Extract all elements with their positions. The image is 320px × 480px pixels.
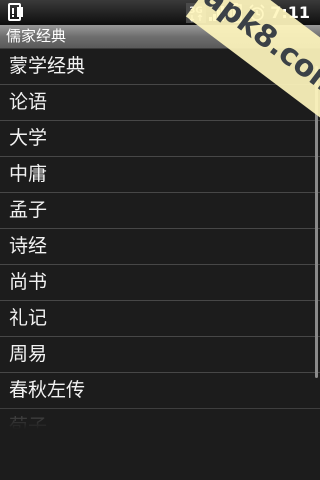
book-list[interactable]: 蒙学经典 论语 大学 中庸 孟子 诗经 尚书 礼记 周易 春秋左传 荀子: [0, 49, 320, 429]
list-item-zhouyi[interactable]: 周易: [0, 337, 320, 373]
list-item-shangshu[interactable]: 尚书: [0, 265, 320, 301]
list-item-zhongyong[interactable]: 中庸: [0, 157, 320, 193]
list-item-xunzi[interactable]: 荀子: [0, 409, 320, 429]
app-screen: 3G 7:11 儒家经典: [0, 0, 320, 480]
list-item-shijing[interactable]: 诗经: [0, 229, 320, 265]
app-title: 儒家经典: [6, 27, 67, 45]
list-item-liji[interactable]: 礼记: [0, 301, 320, 337]
list-item-lunyu[interactable]: 论语: [0, 85, 320, 121]
notification-icon[interactable]: [8, 3, 24, 21]
list-item-daxue[interactable]: 大学: [0, 121, 320, 157]
list-item-mengzi[interactable]: 孟子: [0, 193, 320, 229]
list-item-chunqiu-zuozhuan[interactable]: 春秋左传: [0, 373, 320, 409]
